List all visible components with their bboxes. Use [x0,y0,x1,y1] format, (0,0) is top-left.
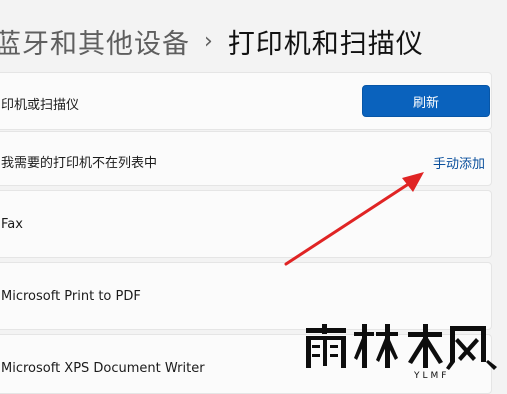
svg-text:YLMF: YLMF [413,371,449,380]
device-name: Microsoft Print to PDF [1,289,141,304]
device-name: Fax [1,217,23,232]
printer-not-listed-label: 我需要的打印机不在列表中 [1,156,158,171]
add-printer-label: 印机或扫描仪 [1,98,80,113]
printer-not-listed-row: 我需要的打印机不在列表中 [0,131,492,186]
breadcrumb-parent[interactable]: 蓝牙和其他设备 [0,22,190,61]
refresh-button[interactable]: 刷新 [362,85,490,117]
device-name: Microsoft XPS Document Writer [1,361,205,376]
watermark-logo: YLMF [306,324,497,380]
manual-add-link[interactable]: 手动添加 [433,153,485,172]
breadcrumb: 蓝牙和其他设备 › 打印机和扫描仪 [0,14,424,68]
device-item[interactable]: Fax [0,190,492,258]
page-title: 打印机和扫描仪 [227,28,424,60]
chevron-right-icon: › [204,28,214,54]
